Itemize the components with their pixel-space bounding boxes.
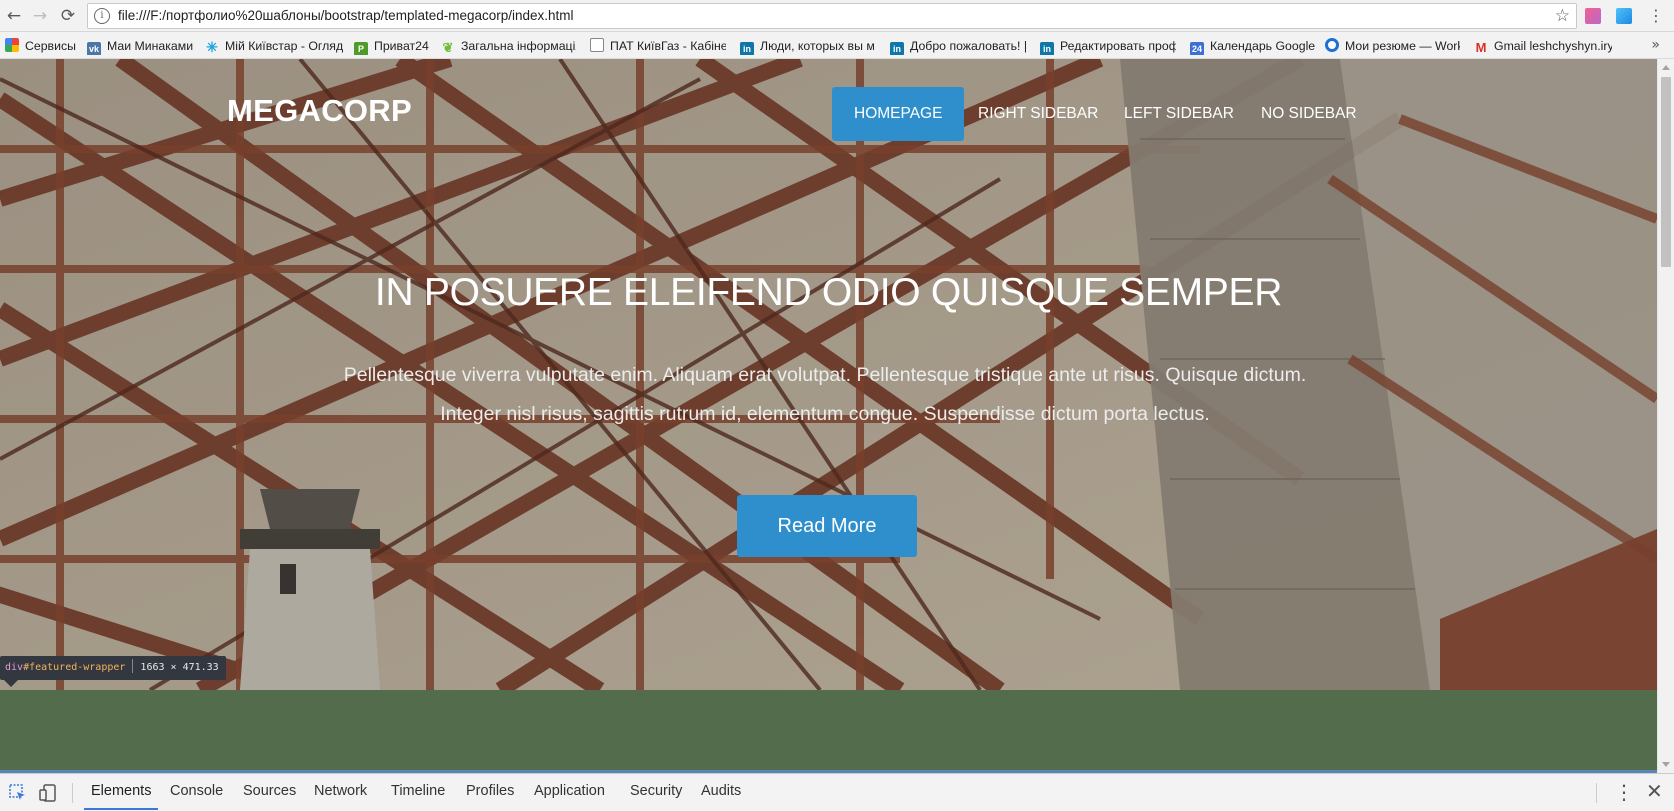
kyivstar-icon: ✳ — [206, 39, 218, 55]
green-section — [0, 690, 1657, 773]
chrome-menu-icon[interactable]: ⋮ — [1644, 4, 1668, 28]
bookmark-item[interactable]: Сервисы — [5, 37, 77, 55]
gmail-icon: M — [1475, 40, 1487, 55]
page-scrollbar[interactable] — [1657, 59, 1674, 773]
tooltip-id: #featured-wrapper — [23, 662, 126, 673]
page-icon — [590, 38, 604, 52]
info-icon[interactable]: i — [94, 8, 110, 24]
privat24-icon: P — [354, 42, 368, 55]
linkedin-icon: in — [890, 42, 904, 55]
linkedin-icon: in — [740, 42, 754, 55]
bookmark-item[interactable]: in Редактировать проф — [1040, 37, 1176, 55]
tab-audits[interactable]: Audits — [701, 774, 741, 810]
tab-sources[interactable]: Sources — [243, 774, 296, 810]
bookmarks-overflow-icon[interactable]: » — [1651, 37, 1660, 53]
bookmark-item[interactable]: Мои резюме — Work — [1325, 37, 1460, 55]
tab-application[interactable]: Application — [534, 774, 605, 810]
bookmark-star-icon[interactable]: ☆ — [1555, 6, 1570, 26]
bookmark-item[interactable]: ПАТ КиївГаз - Кабіне — [590, 37, 726, 55]
tooltip-dimensions: 1663 × 471.33 — [140, 662, 219, 673]
forward-icon[interactable]: → — [28, 4, 52, 28]
bookmark-item[interactable]: ✳ Мій Київстар - Огляд — [205, 37, 345, 55]
work-icon — [1325, 38, 1339, 52]
tooltip-tag: div — [5, 662, 24, 673]
read-more-button[interactable]: Read More — [737, 495, 917, 557]
bookmarks-bar: Сервисы vk Маи Минаками ✳ Мій Київстар - О… — [0, 32, 1674, 59]
tab-network[interactable]: Network — [314, 774, 367, 810]
devtools-panel: Elements Console Sources Network Timelin… — [0, 773, 1674, 811]
site-logo[interactable]: MEGACORP — [227, 93, 412, 129]
address-bar[interactable]: i file:///F:/портфолио%20шаблоны/bootstr… — [87, 3, 1577, 29]
extension-icon[interactable] — [1585, 8, 1601, 24]
bookmark-item[interactable]: 24 Календарь Google — [1190, 37, 1315, 55]
bookmark-item[interactable]: vk Маи Минаками — [87, 37, 195, 55]
page-viewport: MEGACORP Homepage Right Sidebar Left Sid… — [0, 59, 1657, 773]
bookmark-item[interactable]: in Добро пожаловать! | — [890, 37, 1026, 55]
featured-wrapper: MEGACORP Homepage Right Sidebar Left Sid… — [0, 59, 1657, 690]
apps-icon — [5, 38, 19, 52]
tab-profiles[interactable]: Profiles — [466, 774, 514, 810]
back-icon[interactable]: ← — [2, 4, 26, 28]
bookmark-item[interactable]: in Люди, которых вы м — [740, 37, 876, 55]
devtools-close-icon[interactable]: ✕ — [1646, 779, 1663, 803]
extension-icon[interactable] — [1616, 8, 1632, 24]
scroll-up-icon[interactable] — [1662, 65, 1670, 70]
calendar-icon: 24 — [1190, 42, 1204, 55]
hero-title: IN POSUERE ELEIFEND ODIO QUISQUE SEMPER — [374, 271, 1283, 314]
scroll-down-icon[interactable] — [1662, 762, 1670, 767]
url-text[interactable]: file:///F:/портфолио%20шаблоны/bootstrap… — [118, 8, 574, 23]
tab-console[interactable]: Console — [170, 774, 223, 810]
nav-right-sidebar[interactable]: Right Sidebar — [956, 87, 1120, 141]
leaf-icon: ❦ — [442, 40, 454, 55]
nav-left-sidebar[interactable]: Left Sidebar — [1102, 87, 1256, 141]
bookmark-item[interactable]: ❦ Загальна інформація — [441, 37, 576, 55]
tab-elements[interactable]: Elements — [84, 774, 159, 810]
tab-security[interactable]: Security — [630, 774, 682, 810]
hero-text: Pellentesque viverra vulputate enim. Ali… — [343, 364, 1307, 425]
bookmark-item[interactable]: P Приват24 — [354, 37, 436, 55]
bookmark-item[interactable]: M Gmail leshchyshyn.iry — [1474, 37, 1612, 55]
inspector-tooltip: div#featured-wrapper 1663 × 471.33 — [0, 656, 226, 680]
tab-timeline[interactable]: Timeline — [391, 774, 445, 810]
scroll-thumb[interactable] — [1661, 77, 1671, 267]
reload-icon[interactable]: ⟳ — [56, 4, 80, 28]
devtools-menu-icon[interactable]: ⋮ — [1614, 780, 1634, 804]
device-toolbar-icon[interactable] — [38, 783, 58, 803]
tooltip-arrow — [4, 680, 18, 687]
linkedin-icon: in — [1040, 42, 1054, 55]
nav-no-sidebar[interactable]: No Sidebar — [1239, 87, 1379, 141]
nav-homepage[interactable]: Homepage — [832, 87, 965, 141]
inspect-element-icon[interactable] — [8, 783, 28, 803]
browser-toolbar: ← → ⟳ i file:///F:/портфолио%20шаблоны/b… — [0, 0, 1674, 32]
vk-icon: vk — [87, 42, 101, 55]
